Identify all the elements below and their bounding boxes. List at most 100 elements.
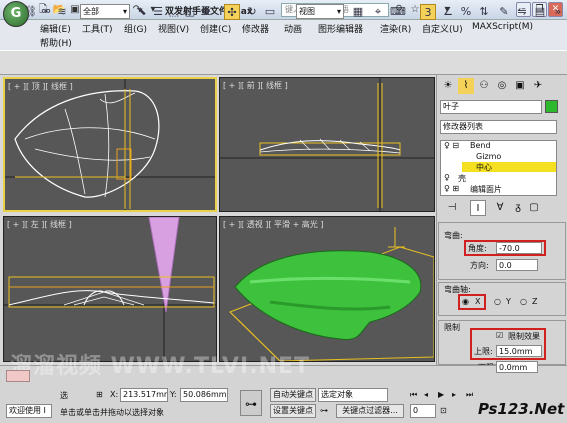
pivot-center-icon[interactable]: ▦ — [350, 4, 366, 20]
axis-y-radio-icon[interactable]: ○ — [494, 297, 501, 306]
previous-frame-icon[interactable]: ◂ — [424, 390, 428, 399]
motion-tab-icon[interactable]: ◎ — [494, 78, 510, 94]
bind-space-warp-icon[interactable]: ≋ — [54, 4, 70, 20]
angle-snap-icon[interactable]: ∠ — [440, 4, 456, 20]
hierarchy-tab-icon[interactable]: ⚇ — [476, 78, 492, 94]
menu-item[interactable]: 创建(C) — [200, 22, 231, 35]
viewport-front[interactable]: [ + ][ 前 ][ 线框 ] — [219, 77, 435, 212]
select-move-icon[interactable]: ✥ — [198, 4, 214, 20]
display-tab-icon[interactable]: ▣ — [512, 78, 528, 94]
select-move-active-icon[interactable]: ✣ — [224, 4, 240, 20]
axis-z-label: Z — [532, 297, 538, 306]
make-unique-icon[interactable]: ∀ — [492, 200, 508, 216]
create-tab-icon[interactable]: ☀ — [440, 78, 456, 94]
lower-limit-input[interactable]: 0.0mm — [496, 361, 538, 373]
snap-toggle-icon[interactable]: 3 — [420, 4, 436, 20]
menu-item[interactable]: 图形编辑器 — [318, 22, 363, 35]
key-filters-button[interactable]: 关键点过滤器... — [336, 404, 404, 418]
stack-item-bend[interactable]: Bend — [470, 141, 491, 150]
viewport-top-drawing — [5, 79, 215, 210]
viewport-left-label[interactable]: [ + ][ 左 ][ 线框 ] — [7, 219, 72, 230]
align-icon[interactable]: ▤ — [532, 4, 548, 20]
menu-item[interactable]: 修改器 — [242, 22, 269, 35]
upper-limit-input[interactable]: 15.0mm — [496, 345, 542, 357]
app-logo-icon[interactable]: G — [3, 1, 29, 27]
x-label: X: — [110, 390, 119, 399]
stack-item-gizmo[interactable]: Gizmo — [476, 152, 501, 161]
viewport-front-label[interactable]: [ + ][ 前 ][ 线框 ] — [223, 80, 288, 91]
play-icon[interactable]: ▶ — [438, 390, 444, 399]
named-selection-icon[interactable]: ✎ — [496, 4, 512, 20]
axis-z-radio-icon[interactable]: ○ — [520, 297, 527, 306]
menu-item[interactable]: 动画 — [284, 22, 302, 35]
direction-input[interactable]: 0.0 — [496, 259, 538, 271]
viewport-perspective[interactable]: [ + ][ 透视 ][ 平滑 + 高光 ] — [219, 216, 435, 362]
viewport-left[interactable]: [ + ][ 左 ][ 线框 ] — [3, 216, 217, 362]
key-mode-icon[interactable]: ⊶ — [240, 390, 262, 416]
viewport-front-drawing — [220, 78, 434, 211]
rectangular-selection-icon[interactable]: ⬚ — [166, 4, 182, 20]
stack-item-editpatch-icon[interactable]: ♀ ⊞ — [444, 184, 459, 193]
menu-item[interactable]: 自定义(U) — [422, 22, 463, 35]
selected-object-dropdown[interactable]: 选定对象 — [318, 388, 388, 402]
toolbar-more-icon[interactable]: » — [550, 4, 566, 20]
menu-item[interactable]: 工具(T) — [82, 22, 113, 35]
object-name-input[interactable]: 叶子 — [440, 100, 542, 114]
viewport-perspective-label[interactable]: [ + ][ 透视 ][ 平滑 + 高光 ] — [223, 219, 323, 230]
menu-item[interactable]: 编辑(E) — [40, 22, 71, 35]
key-filter-icon[interactable]: ⊶ — [320, 406, 328, 415]
coordinate-icon[interactable]: ⊞ — [96, 390, 103, 399]
modifier-list-dropdown[interactable]: 修改器列表 — [440, 120, 557, 134]
modify-tab-icon[interactable]: ⌇ — [458, 78, 474, 94]
selection-filter-dropdown[interactable]: 全部 — [80, 4, 130, 19]
welcome-field: 欢迎使用 I — [6, 404, 52, 418]
menu-item[interactable]: 组(G) — [124, 22, 147, 35]
current-frame-field[interactable]: 0 — [410, 404, 436, 418]
stack-item-shell[interactable]: 壳 — [458, 173, 466, 184]
select-rotate-icon[interactable]: ↻ — [244, 4, 260, 20]
maxscript-listener[interactable] — [6, 370, 30, 382]
configure-sets-icon[interactable]: ▢ — [526, 200, 542, 216]
site-logo: Ps123.Net — [478, 400, 565, 418]
angle-input[interactable]: -70.0 — [496, 242, 542, 254]
percent-snap-icon[interactable]: % — [458, 4, 474, 20]
viewport-perspective-drawing — [229, 227, 434, 361]
show-end-result-icon[interactable]: Ⅰ — [470, 200, 486, 216]
viewport-top-label[interactable]: [ + ][ 顶 ][ 线框 ] — [8, 81, 73, 92]
spinner-snap-icon[interactable]: ⇅ — [476, 4, 492, 20]
stack-item-bend-icon[interactable]: ♀ ⊟ — [444, 141, 459, 150]
light-bulb-icon[interactable]: ♀ — [444, 173, 450, 182]
keyboard-shortcut-icon[interactable]: ⌨ — [390, 4, 406, 20]
selection-lock-label: 选 — [60, 391, 68, 400]
menu-help[interactable]: 帮助(H) — [40, 36, 72, 49]
mirror-icon[interactable]: ⇋ — [514, 4, 530, 20]
pin-stack-icon[interactable]: ⊣ — [444, 200, 460, 216]
go-to-start-icon[interactable]: ⏮ — [410, 390, 417, 400]
menu-item[interactable]: MAXScript(M) — [472, 22, 533, 32]
utilities-tab-icon[interactable]: ✈ — [530, 78, 546, 94]
y-coordinate-field[interactable]: 50.086mm — [180, 388, 228, 402]
window-crossing-icon[interactable]: ◫ — [182, 4, 198, 20]
select-manipulate-icon[interactable]: ⌖ — [370, 4, 386, 20]
viewport-top[interactable]: [ + ][ 顶 ][ 线框 ] — [3, 77, 217, 212]
remove-modifier-icon[interactable]: ᵹ — [510, 200, 526, 216]
menu-item[interactable]: 渲染(R) — [380, 22, 411, 35]
next-frame-icon[interactable]: ▸ — [452, 390, 456, 399]
select-by-name-icon[interactable]: ☰ — [150, 4, 166, 20]
go-to-end-icon[interactable]: ⏭ — [466, 390, 473, 400]
unlink-icon[interactable]: ⚮ — [38, 4, 54, 20]
menu-item[interactable]: 视图(V) — [158, 22, 189, 35]
watermark-text: 溜溜视频 WWW.TLVI.NET — [10, 354, 311, 379]
object-color-swatch[interactable] — [545, 100, 558, 113]
angle-label: 角度: — [468, 244, 487, 253]
limit-effect-checkbox-icon[interactable]: ☑ — [496, 331, 503, 340]
axis-x-radio-icon[interactable]: ◉ — [462, 297, 469, 306]
select-object-icon[interactable]: ⬉ — [134, 4, 150, 20]
stack-item-editpatch[interactable]: 编辑面片 — [470, 184, 502, 195]
auto-key-button[interactable]: 自动关键点 — [270, 388, 316, 402]
x-coordinate-field[interactable]: 213.517mr — [120, 388, 168, 402]
time-config-icon[interactable]: ⊡ — [440, 406, 447, 415]
reference-coordinate-dropdown[interactable]: 视图 — [296, 4, 344, 19]
select-scale-icon[interactable]: ▭ — [262, 4, 278, 20]
set-key-button[interactable]: 设置关键点 — [270, 404, 316, 418]
